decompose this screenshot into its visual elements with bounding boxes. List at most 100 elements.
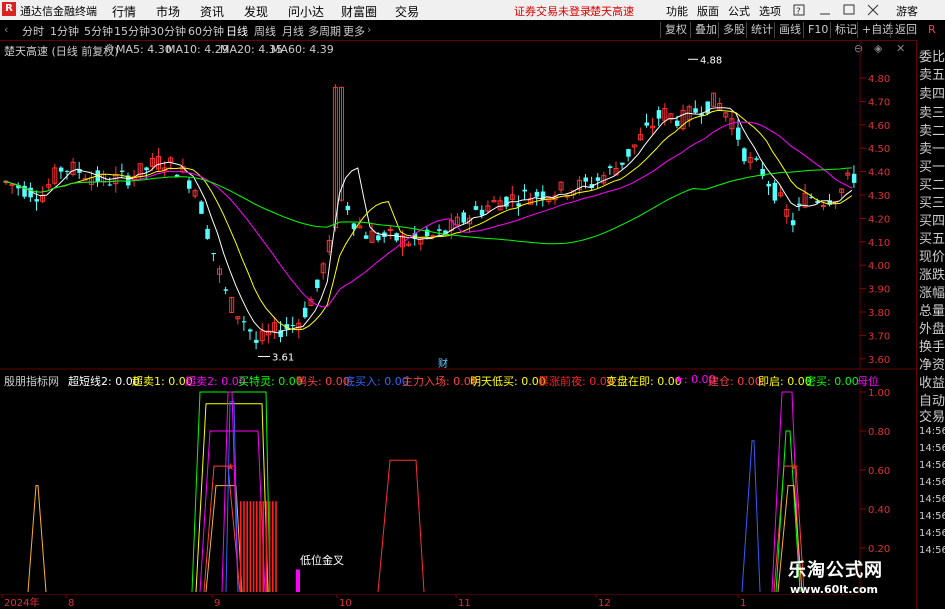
sidebar-volume[interactable]: 总量 (919, 300, 945, 319)
low-label: 3.61 (272, 352, 294, 363)
menu-banmian[interactable]: 版面 (697, 3, 719, 19)
tool-fanhui[interactable]: 返回 (890, 22, 917, 38)
period-multi[interactable]: 多周期 (308, 23, 341, 39)
candle-body (254, 339, 259, 343)
tick-time: 14:56 (919, 528, 945, 539)
x-tick-label: 1 (740, 598, 746, 609)
menu-xuanxiang[interactable]: 选项 (759, 3, 781, 19)
tool-fuquan[interactable]: 复权 (660, 22, 687, 38)
menu-caifuquan[interactable]: 财富圈 (341, 3, 377, 20)
quote-sidebar: 委比 卖五 卖四 卖三 卖二 卖一 买一 买二 买三 买四 买五 现价 涨跌 涨… (916, 40, 945, 609)
menu-faxian[interactable]: 发现 (244, 3, 268, 20)
tool-diejia[interactable]: 叠加 (690, 22, 717, 38)
bar-signal (262, 501, 264, 592)
signal-block (191, 391, 271, 593)
sidebar-buy5[interactable]: 买五 (919, 228, 945, 247)
ma5-line (3, 107, 853, 334)
watermark-url: www.60lt.com (790, 583, 879, 596)
toolbar-collapse-icon[interactable]: ‹ (4, 23, 8, 36)
menu-jiaoyi[interactable]: 交易 (395, 3, 419, 20)
candle-body (430, 235, 436, 238)
y-tick-label: 4.10 (868, 238, 890, 249)
sidebar-eps[interactable]: 收益 (919, 372, 945, 391)
candle-body (766, 183, 771, 187)
candle-body (754, 158, 759, 160)
x-tick-label: 8 (68, 598, 74, 609)
sidebar-netasset[interactable]: 净资 (919, 354, 945, 373)
sidebar-pct-change[interactable]: 涨幅 (919, 282, 945, 301)
sidebar-change[interactable]: 涨跌 (919, 264, 945, 283)
menu-gongneng[interactable]: 功能 (666, 3, 688, 19)
ind-maitelin: 买特灵: 0.00 (238, 375, 303, 388)
tool-zixuan[interactable]: +自选 (857, 22, 893, 38)
help-icon[interactable]: ? (793, 4, 805, 17)
tick-time: 14:56 (919, 460, 945, 471)
period-5min[interactable]: 5分钟 (84, 23, 113, 39)
tool-biaoji[interactable]: 标记 (830, 22, 857, 38)
sidebar-buy3[interactable]: 买三 (919, 192, 945, 211)
current-stock-name: 楚天高速 (590, 5, 634, 18)
candle-body (58, 167, 64, 172)
signal-spike (741, 440, 761, 593)
sidebar-sell5[interactable]: 卖五 (919, 64, 945, 83)
sidebar-buy2[interactable]: 买二 (919, 174, 945, 193)
sidebar-buy1[interactable]: 买一 (919, 156, 945, 175)
candle-body (595, 177, 601, 181)
sidebar-sell3[interactable]: 卖三 (919, 102, 945, 121)
more-chevron-icon[interactable]: › (367, 23, 371, 36)
tool-duogu[interactable]: 多股 (718, 22, 745, 38)
candle-body (187, 180, 192, 189)
period-60min[interactable]: 60分钟 (188, 23, 224, 39)
sidebar-outer[interactable]: 外盘 (919, 318, 945, 337)
sidebar-weibi[interactable]: 委比 (919, 46, 945, 65)
window-icon[interactable] (843, 4, 855, 15)
candle-body (607, 166, 613, 168)
candle-body (65, 170, 70, 172)
menu-wenxiaoda[interactable]: 问小达 (288, 3, 324, 20)
period-1min[interactable]: 1分钟 (50, 23, 79, 39)
close-icon[interactable] (867, 4, 879, 16)
period-30min[interactable]: 30分钟 (150, 23, 186, 39)
sidebar-turnover[interactable]: 换手 (919, 336, 945, 355)
ind-chaoduanxian2: 超短线2: 0.00 (68, 375, 140, 388)
sidebar-price[interactable]: 现价 (919, 246, 945, 265)
bar-signal (275, 501, 277, 592)
period-15min[interactable]: 15分钟 (114, 23, 150, 39)
tool-huaxian[interactable]: 画线 (774, 22, 801, 38)
ind-y-tick-label: 0.60 (868, 466, 890, 477)
user-label[interactable]: 游客 (896, 3, 918, 19)
ind-y-tick-label: 0.40 (868, 505, 890, 516)
side-tab-r[interactable]: R (928, 23, 936, 36)
tool-tongji[interactable]: 统计 (746, 22, 773, 38)
candlestick-chart[interactable]: 4.80 4.70 4.60 4.50 4.40 4.30 4.20 4.10 4.00 3.90… (0, 40, 916, 370)
candle-body (797, 203, 802, 206)
window-controls: ? (793, 4, 879, 17)
indicator-annotation: 低位金叉 (300, 554, 344, 567)
candle-body (851, 173, 857, 183)
period-daily[interactable]: 日线 (226, 23, 248, 39)
trade-login-status[interactable]: 证券交易未登录 (514, 3, 591, 19)
tool-f10[interactable]: F10 (803, 22, 828, 38)
x-tick-label: 10 (339, 598, 352, 609)
sidebar-sell2[interactable]: 卖二 (919, 120, 945, 139)
y-tick-label: 4.20 (868, 214, 890, 225)
period-monthly[interactable]: 月线 (282, 23, 304, 39)
menu-gongshi[interactable]: 公式 (728, 3, 750, 19)
ind-zhulirukang: 主力入场: 0.00 (402, 375, 478, 388)
bar-signal (240, 501, 242, 592)
menu-zixun[interactable]: 资讯 (200, 3, 224, 20)
period-weekly[interactable]: 周线 (254, 23, 276, 39)
period-more[interactable]: 更多 (343, 23, 365, 39)
bar-signal (296, 569, 300, 592)
sidebar-sell1[interactable]: 卖一 (919, 138, 945, 157)
menu-hangqing[interactable]: 行情 (112, 3, 136, 20)
sidebar-trade[interactable]: 交易 (919, 406, 945, 425)
tick-time: 14:56 (919, 443, 945, 454)
indicator-chart[interactable]: ★ ★ 1.00 0.80 0.60 0.40 0.20 (0, 388, 916, 594)
period-fenshi[interactable]: 分时 (22, 23, 44, 39)
sidebar-sell4[interactable]: 卖四 (919, 83, 945, 102)
menu-shichang[interactable]: 市场 (156, 3, 180, 20)
candle-body (290, 324, 296, 327)
ind-chaomai2: 超卖2: 0.00 (185, 375, 246, 388)
sidebar-buy4[interactable]: 买四 (919, 210, 945, 229)
